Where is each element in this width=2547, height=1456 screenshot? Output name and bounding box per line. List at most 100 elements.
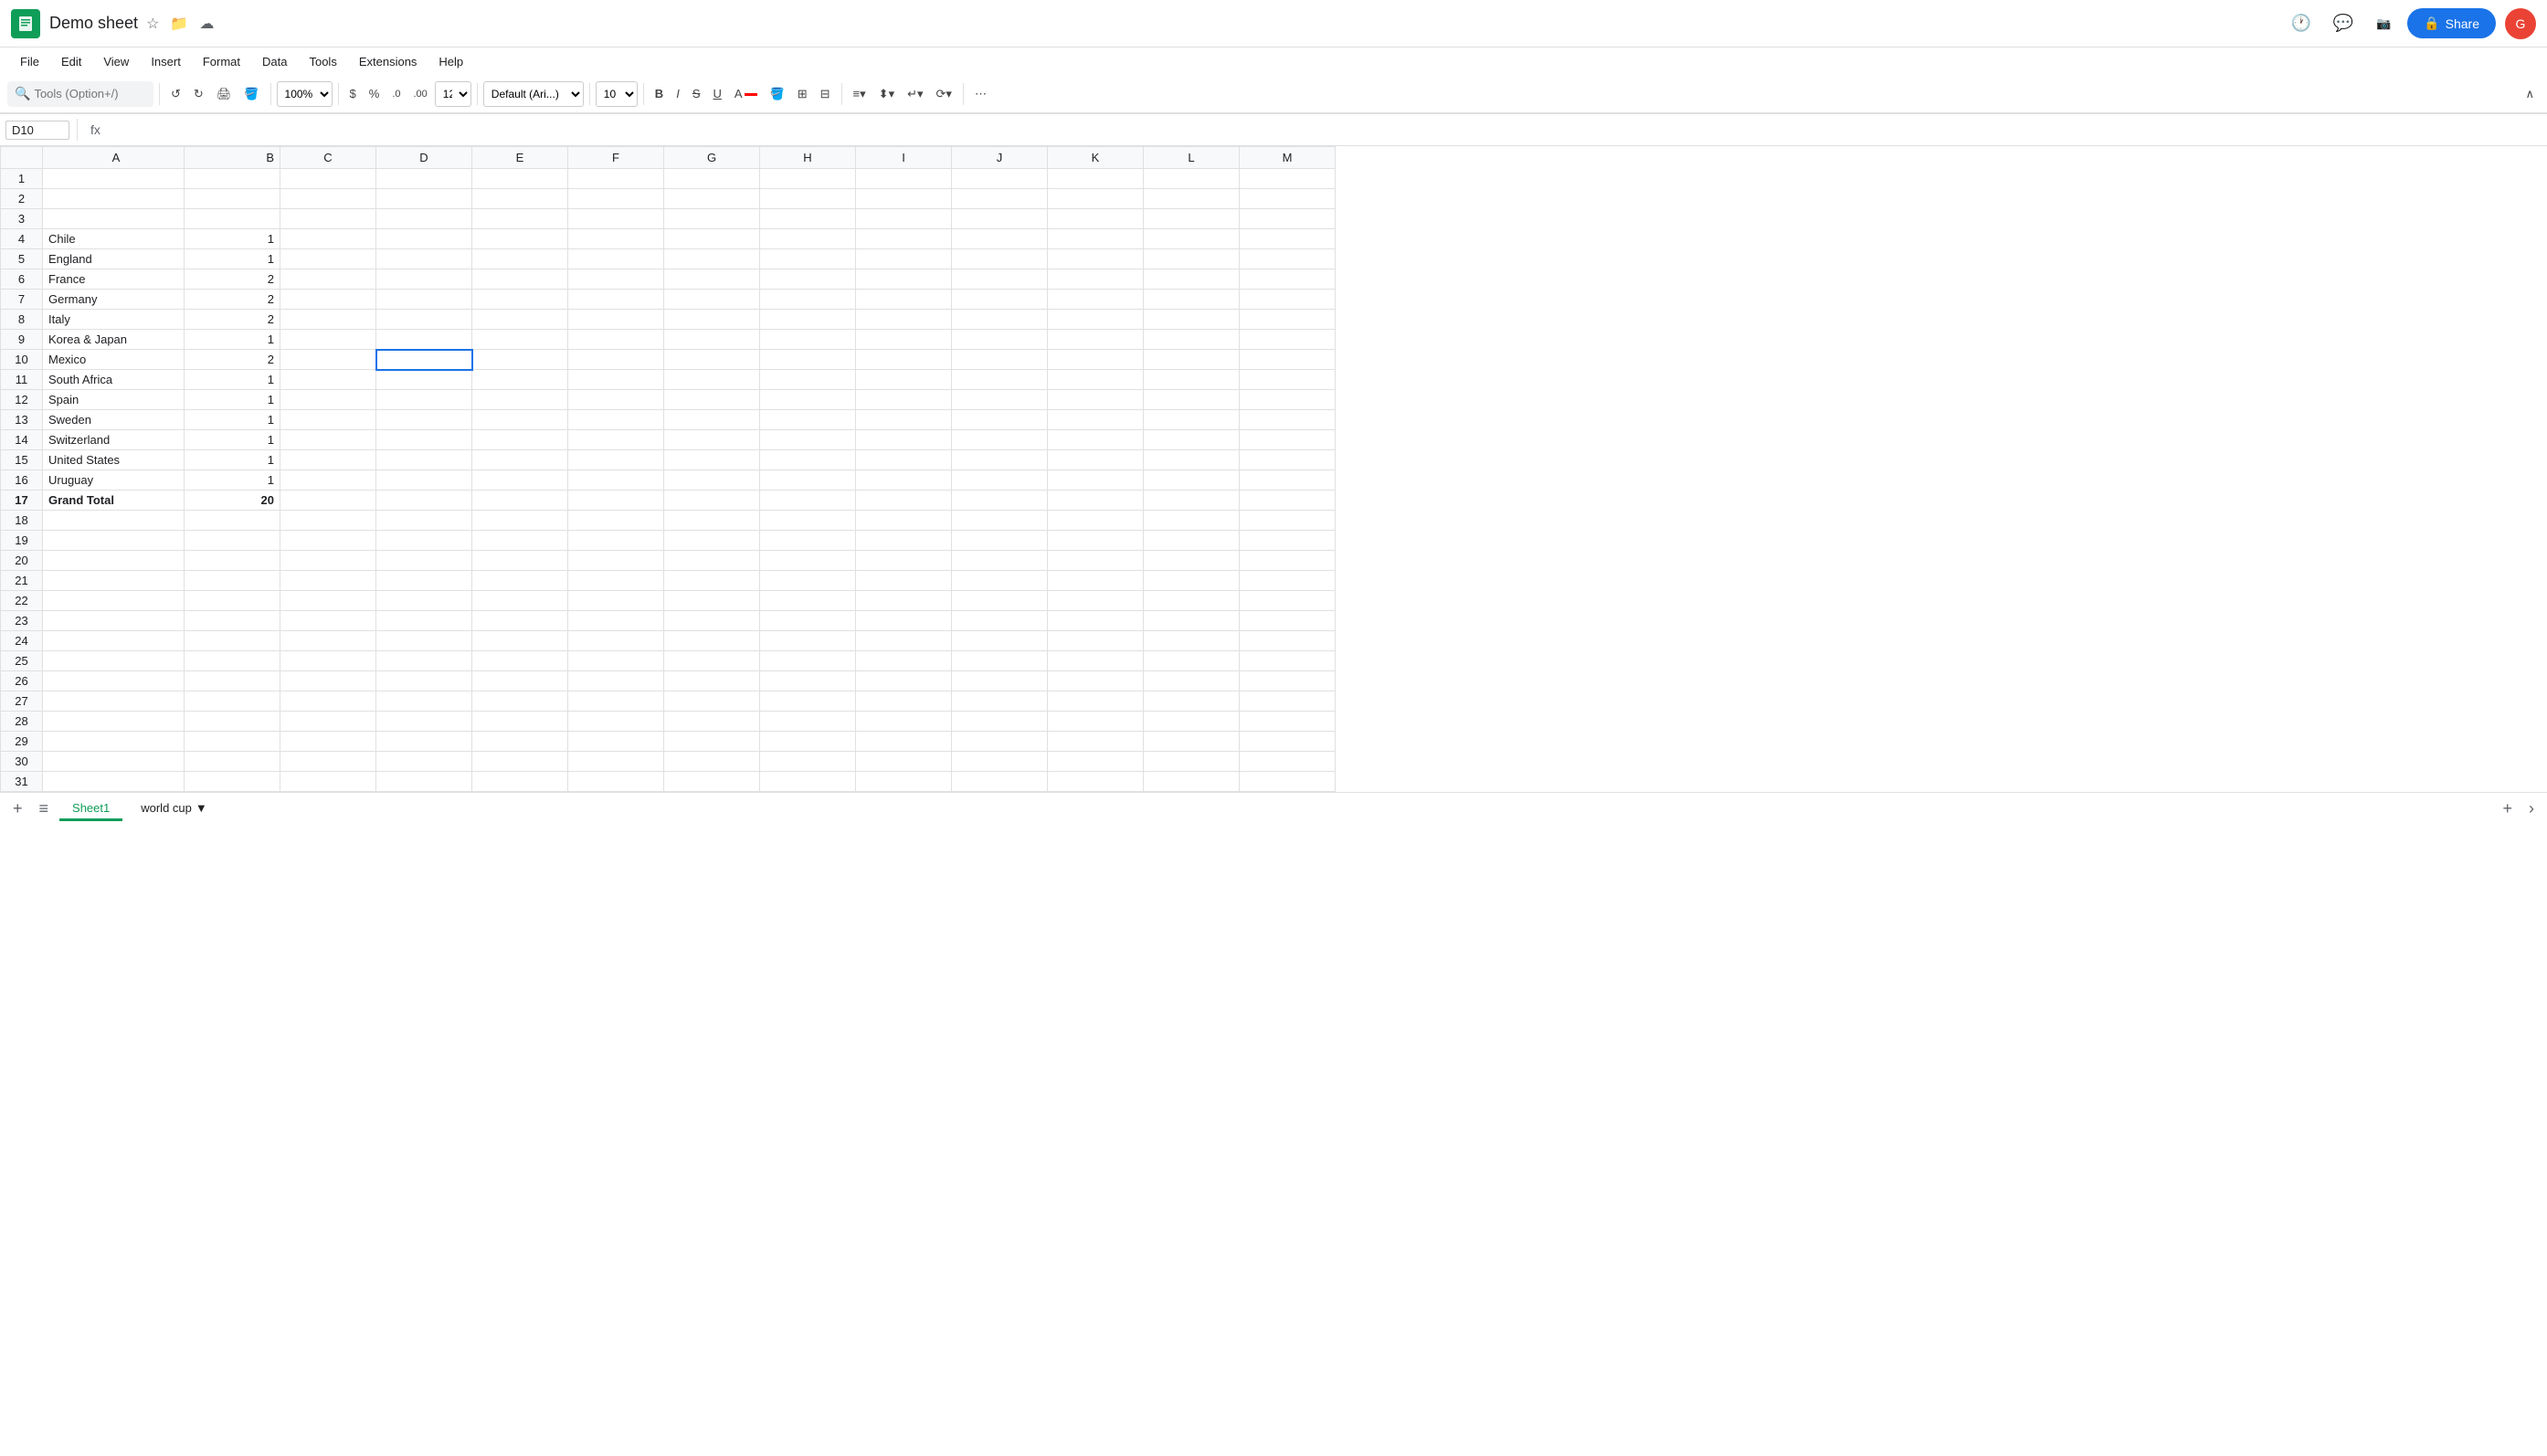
cell-f4[interactable] — [568, 229, 664, 249]
cell-m5[interactable] — [1240, 249, 1336, 269]
cell-l27[interactable] — [1144, 691, 1240, 712]
comments-icon[interactable]: 💬 — [2327, 7, 2360, 40]
cell-l22[interactable] — [1144, 591, 1240, 611]
cell-b4[interactable]: 1 — [185, 229, 280, 249]
cell-l10[interactable] — [1144, 350, 1240, 370]
cell-m26[interactable] — [1240, 671, 1336, 691]
cell-j28[interactable] — [952, 712, 1048, 732]
cell-d29[interactable] — [376, 732, 472, 752]
row-num-2[interactable]: 2 — [1, 189, 43, 209]
row-num-25[interactable]: 25 — [1, 651, 43, 671]
row-num-19[interactable]: 19 — [1, 531, 43, 551]
cell-c16[interactable] — [280, 470, 376, 491]
cell-h22[interactable] — [760, 591, 856, 611]
cell-f15[interactable] — [568, 450, 664, 470]
col-header-l[interactable]: L — [1144, 147, 1240, 169]
cell-j12[interactable] — [952, 390, 1048, 410]
cell-j21[interactable] — [952, 571, 1048, 591]
cell-k21[interactable] — [1048, 571, 1144, 591]
cell-f19[interactable] — [568, 531, 664, 551]
meet-button[interactable]: 📷 — [2369, 7, 2398, 40]
cell-j20[interactable] — [952, 551, 1048, 571]
cell-g19[interactable] — [664, 531, 760, 551]
row-num-16[interactable]: 16 — [1, 470, 43, 491]
cell-l14[interactable] — [1144, 430, 1240, 450]
menu-file[interactable]: File — [11, 51, 48, 72]
cell-i18[interactable] — [856, 511, 952, 531]
cell-m10[interactable] — [1240, 350, 1336, 370]
cell-j13[interactable] — [952, 410, 1048, 430]
cell-g2[interactable] — [664, 189, 760, 209]
cell-g28[interactable] — [664, 712, 760, 732]
cell-m4[interactable] — [1240, 229, 1336, 249]
scroll-sheets-right-button[interactable]: › — [2523, 797, 2540, 821]
cell-k15[interactable] — [1048, 450, 1144, 470]
cell-c14[interactable] — [280, 430, 376, 450]
cell-j26[interactable] — [952, 671, 1048, 691]
row-num-12[interactable]: 12 — [1, 390, 43, 410]
cell-d8[interactable] — [376, 310, 472, 330]
cell-b18[interactable] — [185, 511, 280, 531]
cell-e28[interactable] — [472, 712, 568, 732]
cell-d19[interactable] — [376, 531, 472, 551]
cell-i9[interactable] — [856, 330, 952, 350]
cell-e1[interactable] — [472, 169, 568, 189]
cell-d14[interactable] — [376, 430, 472, 450]
cell-f28[interactable] — [568, 712, 664, 732]
cell-f18[interactable] — [568, 511, 664, 531]
row-num-29[interactable]: 29 — [1, 732, 43, 752]
col-header-c[interactable]: C — [280, 147, 376, 169]
cell-i4[interactable] — [856, 229, 952, 249]
cell-j3[interactable] — [952, 209, 1048, 229]
cell-l18[interactable] — [1144, 511, 1240, 531]
cell-d12[interactable] — [376, 390, 472, 410]
cell-b15[interactable]: 1 — [185, 450, 280, 470]
spreadsheet-grid[interactable]: A B C D E F G H I J K L M 1234Chile15Eng… — [0, 146, 2547, 792]
cell-d28[interactable] — [376, 712, 472, 732]
cell-j11[interactable] — [952, 370, 1048, 390]
cell-k8[interactable] — [1048, 310, 1144, 330]
cell-l25[interactable] — [1144, 651, 1240, 671]
cell-c25[interactable] — [280, 651, 376, 671]
cell-k5[interactable] — [1048, 249, 1144, 269]
cell-i11[interactable] — [856, 370, 952, 390]
add-sheet-right-button[interactable]: + — [2497, 797, 2518, 821]
cell-h9[interactable] — [760, 330, 856, 350]
cell-e25[interactable] — [472, 651, 568, 671]
row-num-11[interactable]: 11 — [1, 370, 43, 390]
decimal-decrease-button[interactable]: .0 — [386, 85, 406, 103]
cell-b14[interactable]: 1 — [185, 430, 280, 450]
cell-j16[interactable] — [952, 470, 1048, 491]
cell-f16[interactable] — [568, 470, 664, 491]
cell-c30[interactable] — [280, 752, 376, 772]
row-num-15[interactable]: 15 — [1, 450, 43, 470]
cell-h7[interactable] — [760, 290, 856, 310]
cell-d9[interactable] — [376, 330, 472, 350]
menu-tools[interactable]: Tools — [300, 51, 345, 72]
cell-i5[interactable] — [856, 249, 952, 269]
more-options-button[interactable]: ⋯ — [969, 83, 992, 105]
cell-d17[interactable] — [376, 491, 472, 511]
cell-d6[interactable] — [376, 269, 472, 290]
menu-edit[interactable]: Edit — [52, 51, 90, 72]
cell-c2[interactable] — [280, 189, 376, 209]
cell-f25[interactable] — [568, 651, 664, 671]
cell-f17[interactable] — [568, 491, 664, 511]
cell-m9[interactable] — [1240, 330, 1336, 350]
cell-f8[interactable] — [568, 310, 664, 330]
cell-m22[interactable] — [1240, 591, 1336, 611]
cell-a29[interactable] — [43, 732, 185, 752]
cell-h24[interactable] — [760, 631, 856, 651]
cell-h28[interactable] — [760, 712, 856, 732]
cell-j6[interactable] — [952, 269, 1048, 290]
cell-f21[interactable] — [568, 571, 664, 591]
cell-m24[interactable] — [1240, 631, 1336, 651]
cell-c27[interactable] — [280, 691, 376, 712]
cloud-save-icon[interactable]: ☁ — [196, 12, 217, 36]
cell-e4[interactable] — [472, 229, 568, 249]
cell-l19[interactable] — [1144, 531, 1240, 551]
cell-h18[interactable] — [760, 511, 856, 531]
cell-d1[interactable] — [376, 169, 472, 189]
cell-l29[interactable] — [1144, 732, 1240, 752]
cell-a16[interactable]: Uruguay — [43, 470, 185, 491]
